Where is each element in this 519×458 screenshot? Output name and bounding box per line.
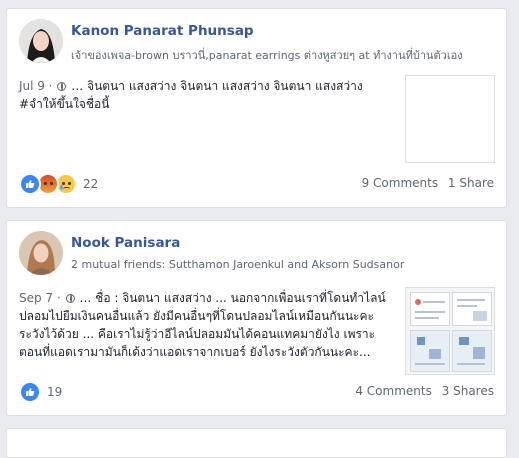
avatar[interactable] xyxy=(19,19,63,63)
reaction-count: 22 xyxy=(83,177,99,191)
like-reaction-icon xyxy=(19,381,41,403)
screenshot-image xyxy=(410,292,450,326)
post-counts: 9 Comments 1 Share xyxy=(356,176,494,190)
reactions[interactable]: 19 xyxy=(19,381,62,403)
post-date[interactable]: Sep 7 · xyxy=(19,291,61,305)
globe-icon xyxy=(65,294,75,303)
author-name[interactable]: Kanon Panarat Phunsap xyxy=(71,23,254,39)
post-card: Nook Panisara 2 mutual friends: Sutthamo… xyxy=(6,220,507,416)
avatar[interactable] xyxy=(19,231,63,275)
post-snippet: … จินตนา แสงสว่าง จินตนา แสงสว่าง จินตนา… xyxy=(71,79,363,93)
like-reaction-icon xyxy=(19,173,41,195)
screenshot-image xyxy=(410,330,450,372)
post-card: Kanon Panarat Phunsap เจ้าของเพจa-brown … xyxy=(6,8,507,208)
author-subline: เจ้าของเพจa-brown บราวนี่,panarat earrin… xyxy=(71,49,463,62)
screenshot-image xyxy=(452,330,492,372)
shares-link[interactable]: 1 Share xyxy=(448,176,494,190)
post-footer: 19 4 Comments 3 Shares xyxy=(19,381,494,403)
author-subline[interactable]: 2 mutual friends: Sutthamon Jaroenkul an… xyxy=(71,258,404,271)
post-text: Sep 7 · … ชื่อ : จินตนา แสงสว่าง ... นอก… xyxy=(19,289,389,361)
post-thumbnail[interactable] xyxy=(405,75,495,163)
comments-link[interactable]: 9 Comments xyxy=(362,176,439,190)
post-card xyxy=(6,428,507,458)
post-thumbnail[interactable] xyxy=(405,287,495,375)
post-text: Jul 9 · … จินตนา แสงสว่าง จินตนา แสงสว่า… xyxy=(19,77,389,113)
post-date[interactable]: Jul 9 · xyxy=(19,79,53,93)
shares-link[interactable]: 3 Shares xyxy=(442,384,494,398)
globe-icon xyxy=(57,82,67,91)
reactions[interactable]: 22 xyxy=(19,173,98,195)
author-name[interactable]: Nook Panisara xyxy=(71,235,180,251)
screenshot-image xyxy=(452,292,492,326)
reaction-count: 19 xyxy=(47,385,63,399)
post-hashtag[interactable]: #จำให้ขึ้นใจชื่อนี้ xyxy=(19,97,109,111)
post-footer: 22 9 Comments 1 Share xyxy=(19,173,494,195)
post-counts: 4 Comments 3 Shares xyxy=(349,384,494,398)
comments-link[interactable]: 4 Comments xyxy=(355,384,432,398)
